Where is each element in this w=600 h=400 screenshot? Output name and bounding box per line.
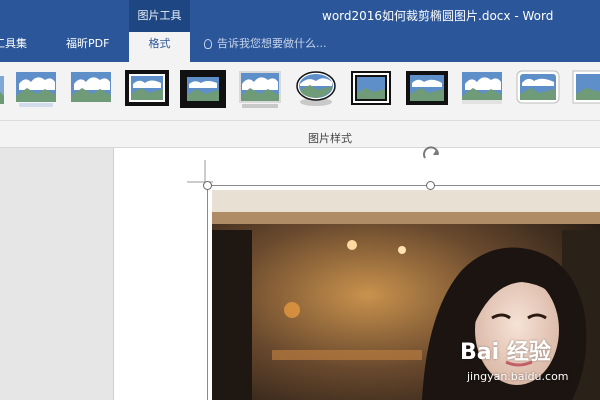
document-title: word2016如何裁剪椭圆图片.docx - Word — [322, 9, 554, 23]
resize-handle-top-left[interactable] — [203, 181, 212, 190]
picture-style-9[interactable] — [406, 71, 448, 107]
picture-style-3[interactable] — [70, 70, 112, 108]
picture-style-4[interactable] — [125, 70, 169, 108]
selection-frame-left — [207, 185, 208, 400]
picture-style-11[interactable] — [516, 70, 560, 108]
title-bar: 图片工具 word2016如何裁剪椭圆图片.docx - Word 工具集 福昕… — [0, 0, 600, 62]
resize-handle-top-middle[interactable] — [426, 181, 435, 190]
picture-tools-context-header: 图片工具 — [129, 0, 190, 32]
picture-style-5[interactable] — [180, 70, 226, 110]
tell-me-search[interactable]: 告诉我您想要做什么... — [204, 32, 327, 58]
ribbon-separator — [0, 120, 600, 121]
baidu-jingyan-url: jingyan.baidu.com — [467, 370, 569, 383]
tab-toolset[interactable]: 工具集 — [0, 32, 27, 62]
picture-style-1[interactable] — [0, 72, 4, 110]
lightbulb-icon — [204, 39, 212, 49]
picture-styles-group-label: 图片样式 — [308, 132, 352, 145]
picture-style-12-partial[interactable] — [572, 70, 600, 108]
tab-foxit-pdf[interactable]: 福昕PDF — [66, 32, 109, 62]
selection-frame-top — [207, 185, 600, 186]
tab-format[interactable]: 格式 — [129, 32, 190, 62]
rotate-handle-icon[interactable] — [420, 144, 444, 162]
tell-me-placeholder: 告诉我您想要做什么... — [217, 37, 327, 50]
picture-style-7-oval[interactable] — [294, 70, 338, 110]
baidu-jingyan-watermark: Bai 经验 — [460, 340, 551, 365]
picture-style-6[interactable] — [238, 70, 282, 110]
picture-style-8[interactable] — [351, 71, 391, 107]
picture-style-2[interactable] — [15, 70, 57, 110]
selected-picture[interactable] — [212, 190, 600, 400]
picture-style-10[interactable] — [461, 70, 503, 108]
